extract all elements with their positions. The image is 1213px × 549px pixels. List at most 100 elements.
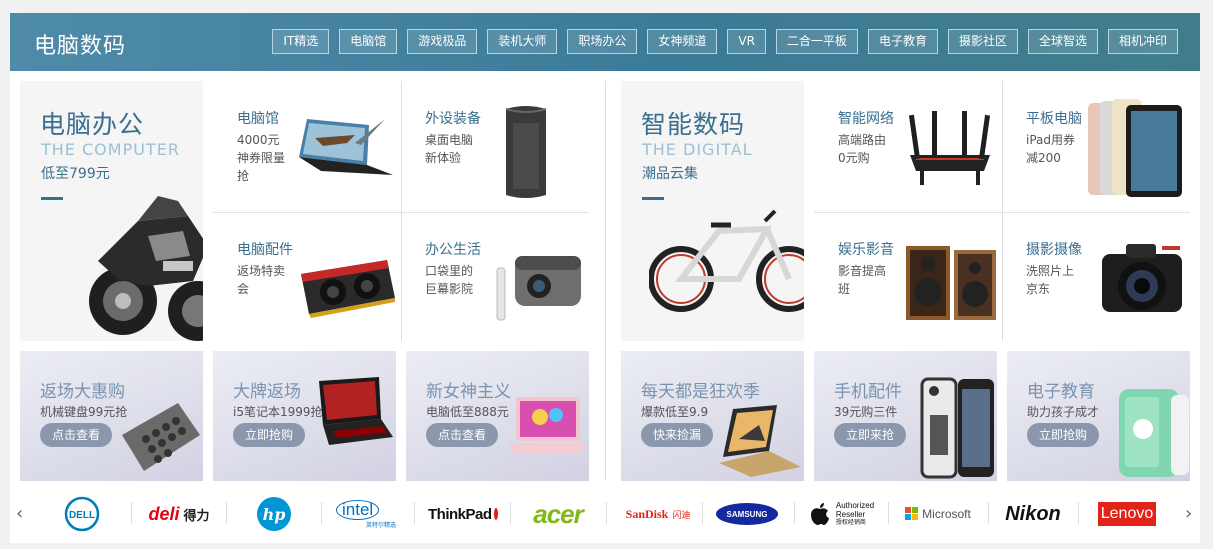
cell-desc: 洗照片上京东 bbox=[1026, 264, 1075, 296]
apple-reseller-line1: Authorized bbox=[835, 500, 875, 510]
nav-it-selection[interactable]: IT精选 bbox=[272, 29, 330, 54]
brand-hp[interactable]: hp bbox=[254, 497, 294, 531]
nav-global-select[interactable]: 全球智选 bbox=[1027, 29, 1098, 54]
promo-title: 手机配件 bbox=[834, 382, 902, 402]
cell-smart-network[interactable]: 智能网络 高端路由0元购 bbox=[814, 81, 1002, 212]
cell-desc: iPad用券减200 bbox=[1026, 133, 1076, 165]
promo-button[interactable]: 立即抢购 bbox=[1027, 423, 1100, 447]
phone-case-image bbox=[920, 377, 994, 479]
cell-peripherals[interactable]: 外设装备 桌面电脑新体验 bbox=[401, 81, 589, 212]
apple-reseller-line3: 授权经销商 bbox=[835, 519, 866, 526]
promo-pink-laptop[interactable]: 新女神主义 电脑低至888元 点击查看 bbox=[406, 351, 589, 481]
chevron-left-icon[interactable]: ‹ bbox=[16, 503, 23, 524]
brand-divider bbox=[1078, 502, 1079, 524]
promo-title: 新女神主义 bbox=[426, 382, 511, 402]
floor-header: 电脑数码 IT精选 电脑馆 游戏极品 装机大师 职场办公 女神频道 VR 二合一… bbox=[10, 13, 1200, 71]
nav-photo-print[interactable]: 相机冲印 bbox=[1107, 29, 1178, 54]
promo-title: 每天都是狂欢季 bbox=[641, 382, 760, 402]
nav-2in1-tablet[interactable]: 二合一平板 bbox=[775, 29, 858, 54]
graphics-card-image bbox=[301, 260, 395, 318]
nav-office[interactable]: 职场办公 bbox=[567, 29, 638, 54]
nav-computer-hall[interactable]: 电脑馆 bbox=[339, 29, 398, 54]
promo-button[interactable]: 立即来抢 bbox=[834, 423, 907, 447]
hp-logo-icon: hp bbox=[257, 497, 291, 531]
promo-desc: 爆款低至9.9 bbox=[641, 405, 709, 419]
promo-button[interactable]: 点击查看 bbox=[426, 423, 499, 447]
nav-pc-builder[interactable]: 装机大师 bbox=[487, 29, 558, 54]
nav-vr[interactable]: VR bbox=[727, 29, 766, 54]
promo-laptop[interactable]: 大牌返场 i5笔记本1999抢 立即抢购 bbox=[213, 351, 396, 481]
cell-photography[interactable]: 摄影摄像 洗照片上京东 bbox=[1002, 212, 1190, 341]
thinkpad-dot-icon bbox=[493, 508, 498, 520]
brand-samsung[interactable]: SAMSUNG bbox=[714, 498, 780, 530]
sandisk-logo-text: SanDisk bbox=[625, 506, 669, 521]
sandisk-logo-cn: 闪迪 bbox=[672, 510, 691, 521]
promo-title: 大牌返场 bbox=[233, 382, 301, 402]
dell-logo-text: DELL bbox=[69, 510, 95, 521]
mechanical-keyboard-image bbox=[122, 403, 200, 471]
brand-thinkpad[interactable]: ThinkPad bbox=[428, 498, 498, 530]
category-nav: IT精选 电脑馆 游戏极品 装机大师 职场办公 女神频道 VR 二合一平板 电子… bbox=[272, 29, 1178, 54]
learning-tablet-image bbox=[1119, 389, 1189, 477]
cell-pc-parts[interactable]: 电脑配件 返场特卖会 bbox=[213, 212, 401, 341]
computer-digital-floor: 电脑数码 IT精选 电脑馆 游戏极品 装机大师 职场办公 女神频道 VR 二合一… bbox=[10, 13, 1200, 543]
chevron-right-icon[interactable]: › bbox=[1185, 503, 1192, 524]
bookshelf-speakers-image bbox=[906, 246, 996, 320]
section-title: 电脑数码 bbox=[34, 34, 127, 59]
brand-divider bbox=[226, 502, 227, 524]
brand-acer[interactable]: acer bbox=[522, 498, 594, 530]
promo-button[interactable]: 快来捡漏 bbox=[641, 423, 714, 447]
cell-tablets[interactable]: 平板电脑 iPad用券减200 bbox=[1002, 81, 1190, 212]
promo-keyboard[interactable]: 返场大惠购 机械键盘99元抢 点击查看 bbox=[20, 351, 203, 481]
feature-computer-office[interactable]: 电脑办公 THE COMPUTER 低至799元 bbox=[20, 81, 203, 341]
cell-title: 办公生活 bbox=[425, 242, 481, 258]
hp-logo-text: hp bbox=[263, 505, 286, 524]
grid-divider bbox=[401, 81, 402, 341]
brand-nikon[interactable]: Nikon bbox=[1000, 498, 1066, 530]
cell-desc: 返场特卖会 bbox=[237, 264, 286, 296]
cell-title: 智能网络 bbox=[838, 111, 894, 127]
brand-deli[interactable]: deli 得力 bbox=[142, 498, 216, 530]
promo-phone-accessories[interactable]: 手机配件 39元购三件 立即来抢 bbox=[814, 351, 997, 481]
promo-e-education[interactable]: 电子教育 助力孩子成才 立即抢购 bbox=[1007, 351, 1190, 481]
apple-reseller-text: Authorized Reseller 授权经销商 bbox=[836, 501, 874, 528]
cell-computer-hall[interactable]: 电脑馆 4000元神券限量抢 bbox=[213, 81, 401, 212]
nav-e-education[interactable]: 电子教育 bbox=[867, 29, 938, 54]
brand-dell[interactable]: DELL bbox=[62, 496, 102, 532]
brand-apple-reseller[interactable]: Authorized Reseller 授权经销商 bbox=[806, 498, 878, 530]
brand-lenovo[interactable]: Lenovo bbox=[1092, 498, 1162, 530]
lenovo-logo-text: Lenovo bbox=[1097, 502, 1157, 526]
convertible-tablet-image bbox=[719, 405, 801, 477]
brand-sandisk[interactable]: SanDisk 闪迪 bbox=[620, 498, 696, 530]
nav-photo-community[interactable]: 摄影社区 bbox=[947, 29, 1018, 54]
nav-gaming[interactable]: 游戏极品 bbox=[407, 29, 478, 54]
intel-logo-text: intel bbox=[336, 499, 380, 520]
promo-daily-carnival[interactable]: 每天都是狂欢季 爆款低至9.9 快来捡漏 bbox=[621, 351, 804, 481]
cell-entertainment-av[interactable]: 娱乐影音 影音提高班 bbox=[814, 212, 1002, 341]
half-divider bbox=[605, 81, 606, 481]
feature-title: 智能数码 bbox=[641, 110, 746, 139]
speaker-tower-image bbox=[505, 106, 547, 198]
promo-button[interactable]: 立即抢购 bbox=[233, 423, 306, 447]
cell-title: 电脑馆 bbox=[237, 111, 279, 127]
thinkpad-logo-text: ThinkPad bbox=[428, 505, 492, 523]
feature-smart-digital[interactable]: 智能数码 THE DIGITAL 潮品云集 bbox=[621, 81, 804, 341]
feature-tagline: 潮品云集 bbox=[642, 166, 698, 182]
grid-divider bbox=[213, 212, 589, 213]
microsoft-logo-text: Microsoft bbox=[922, 507, 971, 521]
feature-divider bbox=[41, 197, 63, 200]
promo-button[interactable]: 点击查看 bbox=[40, 423, 113, 447]
promo-title: 电子教育 bbox=[1027, 382, 1095, 402]
brand-intel[interactable]: intel 英特尔精选 bbox=[336, 498, 402, 530]
feature-subtitle-en: THE COMPUTER bbox=[41, 140, 180, 159]
brand-microsoft[interactable]: Microsoft bbox=[900, 498, 976, 530]
cell-desc: 口袋里的巨幕影院 bbox=[425, 264, 474, 296]
brand-divider bbox=[888, 502, 889, 524]
bicycle-image bbox=[649, 209, 804, 312]
cell-desc: 高端路由0元购 bbox=[838, 133, 887, 165]
nav-goddess[interactable]: 女神频道 bbox=[647, 29, 718, 54]
cell-title: 电脑配件 bbox=[237, 242, 293, 258]
feature-title: 电脑办公 bbox=[40, 110, 145, 139]
dslr-camera-image bbox=[1102, 244, 1182, 312]
cell-office-life[interactable]: 办公生活 口袋里的巨幕影院 bbox=[401, 212, 589, 341]
